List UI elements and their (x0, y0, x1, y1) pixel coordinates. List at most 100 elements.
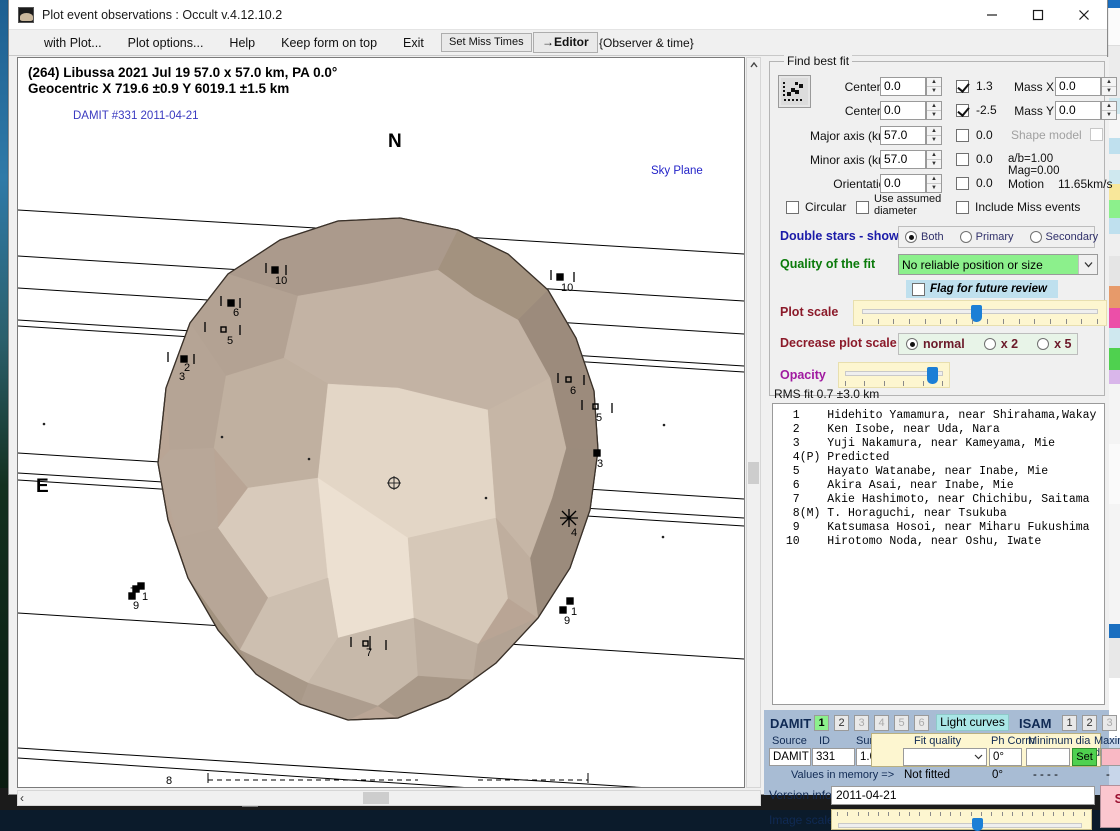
title-bar: Plot event observations : Occult v.4.12.… (9, 0, 1107, 30)
major-axis-spinner[interactable]: ▲▼ (926, 126, 942, 145)
version-info-input[interactable]: 2011-04-21 (831, 786, 1095, 805)
shape-model-checkbox[interactable] (1090, 128, 1103, 141)
maximum-dia-input[interactable] (1101, 748, 1120, 766)
occultation-plot: 106 52 3 19 106 53 4 19 7 7 8 (18, 58, 744, 787)
save-update-model-button[interactable]: Save/update model 331 (1100, 785, 1120, 828)
minimize-button[interactable] (969, 0, 1015, 29)
damit-button-2[interactable]: 2 (834, 715, 849, 731)
observer-time-label[interactable]: {Observer & time} (599, 36, 694, 50)
minimum-dia-input[interactable] (1026, 748, 1070, 766)
circular-checkbox[interactable] (786, 201, 799, 214)
mass-y-spinner[interactable]: ▲▼ (1101, 101, 1117, 120)
horizontal-scroll-thumb[interactable] (363, 792, 389, 804)
flag-future-review-checkbox[interactable] (912, 283, 925, 296)
damit-button-4[interactable]: 4 (874, 715, 889, 731)
isam-button-3[interactable]: 3 (1102, 715, 1117, 731)
radio-x5[interactable] (1037, 338, 1049, 350)
chevron-up-icon (750, 62, 758, 68)
center-y-input[interactable]: 0.0 (880, 101, 926, 120)
set-miss-times-button[interactable]: Set Miss Times (441, 33, 532, 52)
isam-button-1[interactable]: 1 (1062, 715, 1077, 731)
image-scale-thumb[interactable] (972, 818, 983, 831)
find-best-fit-group: Find best fit (769, 61, 1105, 396)
damit-button-5[interactable]: 5 (894, 715, 909, 731)
id-input[interactable]: 331 (812, 748, 855, 766)
radio-normal[interactable] (906, 338, 918, 350)
radio-both[interactable] (905, 231, 917, 243)
center-y-checkbox[interactable] (956, 104, 969, 117)
radio-x2[interactable] (984, 338, 996, 350)
plot-canvas[interactable]: 106 52 3 19 106 53 4 19 7 7 8 (17, 57, 745, 788)
minor-axis-label: Minor axis (km) (780, 153, 892, 167)
center-x-spinner[interactable]: ▲▼ (926, 77, 942, 96)
decrease-plot-scale-label: Decrease plot scale (780, 336, 897, 350)
mass-x-spinner[interactable]: ▲▼ (1101, 77, 1117, 96)
scroll-up-arrow[interactable] (747, 58, 760, 72)
radio-secondary[interactable] (1030, 231, 1042, 243)
mass-y-input[interactable]: 0.0 (1055, 101, 1101, 120)
center-x-checkbox[interactable] (956, 80, 969, 93)
menu-item-with-plot[interactable]: with Plot... (31, 33, 115, 53)
set-minimum-dia-button[interactable]: Set (1072, 748, 1097, 766)
quality-of-fit-dropdown[interactable]: No reliable position or size (898, 254, 1098, 275)
opacity-slider[interactable] (838, 362, 950, 388)
menu-item-help[interactable]: Help (216, 33, 268, 53)
editor-button[interactable]: →Editor (533, 32, 598, 53)
svg-text:9: 9 (564, 615, 570, 627)
flag-future-review-row[interactable]: Flag for future review (906, 280, 1058, 298)
svg-text:3: 3 (597, 458, 603, 470)
isam-button-2[interactable]: 2 (1082, 715, 1097, 731)
use-assumed-diameter-checkbox[interactable] (856, 201, 869, 214)
major-axis-label: Major axis (km) (780, 129, 892, 143)
center-x-input[interactable]: 0.0 (880, 77, 926, 96)
scroll-left-arrow[interactable]: ‹ (20, 791, 24, 805)
orientation-input[interactable]: 0.0 (880, 174, 926, 193)
fit-quality-dropdown[interactable] (903, 748, 987, 766)
north-label: N (388, 131, 402, 153)
close-button[interactable] (1061, 0, 1107, 29)
radio-primary[interactable] (960, 231, 972, 243)
major-axis-input[interactable]: 57.0 (880, 126, 926, 145)
observations-list[interactable]: 1 Hidehito Yamamura, near Shirahama,Waka… (772, 403, 1105, 705)
double-stars-options: Both Primary Secondary (898, 226, 1095, 248)
vertical-scroll-thumb[interactable] (748, 462, 759, 484)
minor-axis-input[interactable]: 57.0 (880, 150, 926, 169)
radio-secondary-label: Secondary (1046, 231, 1099, 243)
minor-axis-spinner[interactable]: ▲▼ (926, 150, 942, 169)
ph-corrn-value[interactable]: 0° (989, 748, 1022, 766)
plot-horizontal-scrollbar[interactable]: ‹ (17, 790, 761, 806)
double-stars-label: Double stars - show (780, 229, 899, 243)
image-scale-slider[interactable] (831, 809, 1092, 830)
center-y-sigma: -2.5 (976, 103, 997, 117)
damit-button-3[interactable]: 3 (854, 715, 869, 731)
menu-item-plot-options[interactable]: Plot options... (115, 33, 217, 53)
include-miss-events-checkbox[interactable] (956, 201, 969, 214)
find-best-fit-title: Find best fit (784, 54, 852, 68)
damit-button-1[interactable]: 1 (814, 715, 829, 731)
shape-model-label: Shape model (1011, 128, 1082, 142)
orientation-checkbox[interactable] (956, 177, 969, 190)
maximize-button[interactable] (1015, 0, 1061, 29)
menu-item-exit[interactable]: Exit (390, 33, 437, 53)
mass-x-input[interactable]: 0.0 (1055, 77, 1101, 96)
window-controls (969, 0, 1107, 29)
minor-axis-checkbox[interactable] (956, 153, 969, 166)
predicted-marker (560, 509, 578, 527)
light-curves-button[interactable]: Light curves (936, 714, 1009, 731)
find-best-fit-button[interactable] (778, 75, 811, 108)
damit-button-6[interactable]: 6 (914, 715, 929, 731)
chevron-down-icon[interactable] (1078, 255, 1097, 274)
not-fitted-value: Not fitted (904, 769, 950, 781)
menu-item-keep-form-on-top[interactable]: Keep form on top (268, 33, 390, 53)
plot-vertical-scrollbar[interactable] (746, 57, 761, 788)
svg-text:3: 3 (179, 371, 185, 383)
center-y-spinner[interactable]: ▲▼ (926, 101, 942, 120)
chevron-down-icon[interactable] (974, 749, 983, 765)
major-axis-checkbox[interactable] (956, 129, 969, 142)
decrease-plot-scale-options: normal x 2 x 5 (898, 333, 1078, 355)
plot-scale-slider[interactable] (853, 300, 1107, 326)
asteroid-shape-model (158, 218, 598, 720)
body-area: 106 52 3 19 106 53 4 19 7 7 8 (9, 57, 1109, 795)
orientation-spinner[interactable]: ▲▼ (926, 174, 942, 193)
opacity-label: Opacity (780, 368, 826, 382)
